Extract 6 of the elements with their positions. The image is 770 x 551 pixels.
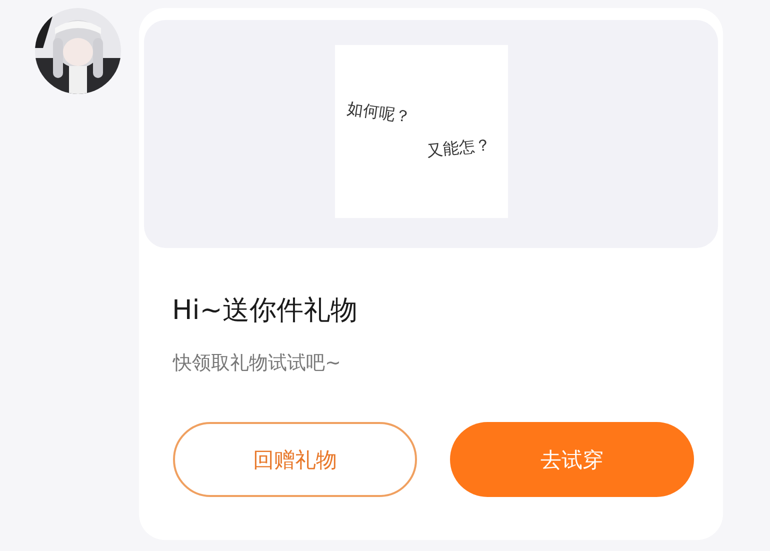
return-gift-button[interactable]: 回赠礼物 [173, 422, 417, 497]
sticker-text: 如何呢？ [345, 98, 412, 128]
card-title: Hi~送你件礼物 [172, 294, 358, 328]
try-on-button[interactable]: 去试穿 [450, 422, 694, 497]
sticker-text: 又能怎？ [426, 134, 492, 162]
card-subtitle: 快领取礼物试试吧~ [173, 351, 342, 376]
